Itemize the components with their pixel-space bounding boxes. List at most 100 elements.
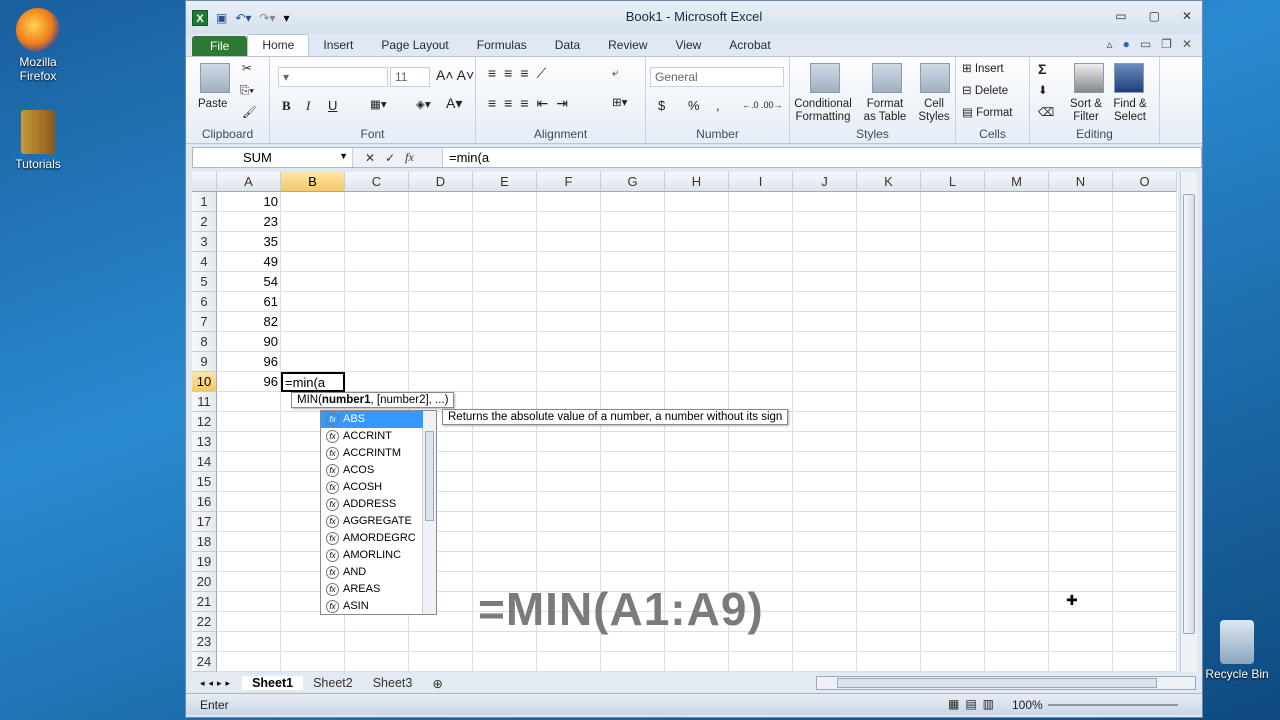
cell-K6[interactable] — [857, 292, 921, 312]
cell-L6[interactable] — [921, 292, 985, 312]
cell-A19[interactable] — [217, 552, 281, 572]
cell-G24[interactable] — [601, 652, 665, 672]
underline-button[interactable]: U — [328, 99, 337, 112]
cell-E4[interactable] — [473, 252, 537, 272]
cell-M21[interactable] — [985, 592, 1049, 612]
row-header-9[interactable]: 9 — [192, 352, 217, 372]
cell-A22[interactable] — [217, 612, 281, 632]
insert-function-button[interactable]: fx — [405, 150, 414, 165]
cell-D5[interactable] — [409, 272, 473, 292]
cell-J15[interactable] — [793, 472, 857, 492]
cell-N7[interactable] — [1049, 312, 1113, 332]
conditional-formatting-button[interactable]: Conditional Formatting — [792, 98, 854, 124]
cell-L7[interactable] — [921, 312, 985, 332]
autocomplete-item[interactable]: fx ACCRINTM — [321, 445, 423, 462]
cell-K5[interactable] — [857, 272, 921, 292]
cell-O4[interactable] — [1113, 252, 1177, 272]
cell-J13[interactable] — [793, 432, 857, 452]
help-icon[interactable]: ● — [1123, 37, 1130, 51]
cell-N16[interactable] — [1049, 492, 1113, 512]
chevron-down-icon[interactable]: ▼ — [339, 151, 348, 161]
row-header-12[interactable]: 12 — [192, 412, 217, 432]
cell-C24[interactable] — [345, 652, 409, 672]
cell-G14[interactable] — [601, 452, 665, 472]
cell-G8[interactable] — [601, 332, 665, 352]
tab-file[interactable]: File — [192, 36, 248, 56]
cell-N11[interactable] — [1049, 392, 1113, 412]
cell-F14[interactable] — [537, 452, 601, 472]
cell-O19[interactable] — [1113, 552, 1177, 572]
cell-N19[interactable] — [1049, 552, 1113, 572]
cell-G2[interactable] — [601, 212, 665, 232]
cell-N20[interactable] — [1049, 572, 1113, 592]
cell-N22[interactable] — [1049, 612, 1113, 632]
cell-N18[interactable] — [1049, 532, 1113, 552]
cell-J6[interactable] — [793, 292, 857, 312]
cell-A16[interactable] — [217, 492, 281, 512]
cell-I7[interactable] — [729, 312, 793, 332]
cell-N5[interactable] — [1049, 272, 1113, 292]
horizontal-align-icons[interactable]: ≡≡≡⇤⇥ — [488, 96, 576, 110]
cell-E6[interactable] — [473, 292, 537, 312]
cell-D23[interactable] — [409, 632, 473, 652]
cell-L19[interactable] — [921, 552, 985, 572]
row-header-3[interactable]: 3 — [192, 232, 217, 252]
column-header-I[interactable]: I — [729, 172, 793, 192]
cell-N3[interactable] — [1049, 232, 1113, 252]
row-header-5[interactable]: 5 — [192, 272, 217, 292]
autocomplete-scrollbar[interactable] — [422, 411, 436, 614]
cell-G15[interactable] — [601, 472, 665, 492]
column-header-A[interactable]: A — [217, 172, 281, 192]
scroll-thumb[interactable] — [837, 678, 1157, 688]
cell-F7[interactable] — [537, 312, 601, 332]
cell-L20[interactable] — [921, 572, 985, 592]
tab-view[interactable]: View — [662, 35, 716, 56]
decimal-icons[interactable]: ←.0 .00→ — [742, 99, 783, 112]
cell-K16[interactable] — [857, 492, 921, 512]
cell-K7[interactable] — [857, 312, 921, 332]
cell-I16[interactable] — [729, 492, 793, 512]
cell-M15[interactable] — [985, 472, 1049, 492]
tip-arg1[interactable]: number1 — [322, 394, 371, 406]
maximize-icon[interactable]: ▢ — [1149, 9, 1160, 23]
zoom-slider[interactable] — [1048, 704, 1178, 706]
cell-M9[interactable] — [985, 352, 1049, 372]
cell-J22[interactable] — [793, 612, 857, 632]
percent-button[interactable]: % — [688, 99, 700, 112]
sheet-tab-sheet1[interactable]: Sheet1 — [242, 676, 304, 690]
comma-button[interactable]: , — [716, 99, 720, 112]
cell-K1[interactable] — [857, 192, 921, 212]
cell-K20[interactable] — [857, 572, 921, 592]
cell-B8[interactable] — [281, 332, 345, 352]
cell-O6[interactable] — [1113, 292, 1177, 312]
row-header-23[interactable]: 23 — [192, 632, 217, 652]
cell-I9[interactable] — [729, 352, 793, 372]
cell-I13[interactable] — [729, 432, 793, 452]
autocomplete-item[interactable]: fx ABS — [321, 411, 423, 428]
cell-G13[interactable] — [601, 432, 665, 452]
cell-E17[interactable] — [473, 512, 537, 532]
cell-M22[interactable] — [985, 612, 1049, 632]
cell-G5[interactable] — [601, 272, 665, 292]
column-header-D[interactable]: D — [409, 172, 473, 192]
cell-I4[interactable] — [729, 252, 793, 272]
column-header-H[interactable]: H — [665, 172, 729, 192]
cell-A11[interactable] — [217, 392, 281, 412]
cell-M20[interactable] — [985, 572, 1049, 592]
cell-I10[interactable] — [729, 372, 793, 392]
cell-E2[interactable] — [473, 212, 537, 232]
autosum-button[interactable]: Σ — [1038, 62, 1046, 76]
cell-H19[interactable] — [665, 552, 729, 572]
row-header-18[interactable]: 18 — [192, 532, 217, 552]
paste-icon[interactable] — [200, 63, 230, 93]
cell-L11[interactable] — [921, 392, 985, 412]
cell-G3[interactable] — [601, 232, 665, 252]
cell-C22[interactable] — [345, 612, 409, 632]
cell-E3[interactable] — [473, 232, 537, 252]
format-painter-icon[interactable]: 🖌 — [242, 107, 257, 120]
cell-G9[interactable] — [601, 352, 665, 372]
currency-button[interactable]: $ — [658, 99, 665, 112]
cell-D2[interactable] — [409, 212, 473, 232]
cell-G10[interactable] — [601, 372, 665, 392]
cell-J12[interactable] — [793, 412, 857, 432]
